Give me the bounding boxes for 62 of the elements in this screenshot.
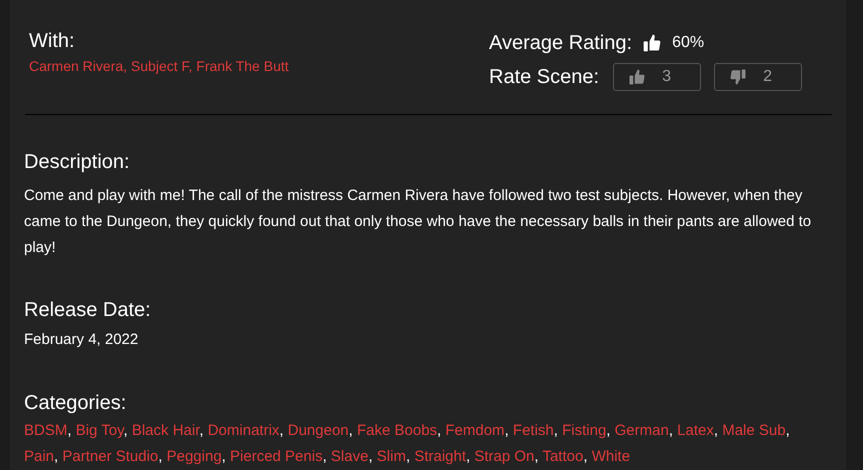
- average-rating-value: 60%: [672, 33, 704, 53]
- category-link[interactable]: BDSM: [24, 422, 68, 438]
- separator: ,: [348, 422, 353, 438]
- dislike-button[interactable]: 2: [714, 63, 802, 91]
- separator: ,: [583, 448, 588, 464]
- category-link[interactable]: Pierced Penis: [230, 448, 323, 464]
- release-date: February 4, 2022: [24, 330, 140, 350]
- description-heading: Description:: [24, 150, 131, 175]
- separator: ,: [199, 422, 204, 438]
- with-heading: With:: [29, 29, 76, 54]
- separator: ,: [437, 422, 442, 438]
- category-link[interactable]: Male Sub: [722, 422, 786, 438]
- category-link[interactable]: Latex: [677, 422, 714, 438]
- category-link[interactable]: Pain: [24, 448, 54, 464]
- average-rating-label: Average Rating:: [489, 31, 632, 56]
- separator: ,: [554, 422, 558, 438]
- category-link[interactable]: Dungeon: [288, 422, 349, 438]
- category-link[interactable]: Femdom: [445, 422, 505, 438]
- separator: ,: [67, 422, 72, 438]
- separator: ,: [54, 448, 58, 464]
- categories-heading: Categories:: [24, 390, 128, 416]
- thumbs-up-icon: [628, 68, 646, 86]
- separator: ,: [466, 448, 470, 464]
- category-link[interactable]: Slim: [376, 448, 406, 464]
- category-link[interactable]: German: [614, 422, 669, 438]
- category-link[interactable]: Straight: [414, 448, 466, 464]
- category-link[interactable]: Fisting: [562, 422, 606, 438]
- category-link[interactable]: Fake Boobs: [356, 422, 438, 438]
- separator: ,: [786, 422, 790, 438]
- separator: ,: [158, 448, 162, 464]
- category-link[interactable]: Dominatrix: [208, 422, 280, 438]
- release-date-heading: Release Date:: [24, 298, 152, 323]
- like-button[interactable]: 3: [613, 63, 702, 91]
- category-link[interactable]: Pegging: [166, 448, 222, 464]
- performer-link[interactable]: Carmen Rivera: [29, 58, 124, 74]
- category-link[interactable]: Fetish: [512, 422, 554, 438]
- separator: ,: [188, 58, 194, 74]
- separator: ,: [534, 448, 539, 464]
- category-link[interactable]: Big Toy: [76, 422, 124, 438]
- separator: ,: [123, 58, 128, 74]
- separator: ,: [406, 448, 410, 464]
- separator: ,: [322, 448, 327, 464]
- category-link[interactable]: Black Hair: [132, 422, 200, 438]
- category-link[interactable]: Tattoo: [542, 448, 584, 464]
- category-link[interactable]: White: [592, 448, 630, 464]
- rate-scene-label: Rate Scene:: [489, 65, 600, 90]
- category-link[interactable]: Slave: [330, 448, 368, 464]
- separator: ,: [714, 422, 718, 438]
- description-text: Come and play with me! The call of the mistress Carmen Rivera have followed two test subjects. However, when they came to the Dungeon, they quickly found out that only those who have the necessary balls in their pants are allowed to play!: [24, 186, 812, 258]
- separator: ,: [504, 422, 509, 438]
- thumbs-down-icon: [729, 68, 748, 86]
- separator: ,: [124, 422, 128, 438]
- separator: ,: [368, 448, 373, 464]
- thumbs-up-icon: [642, 33, 662, 53]
- separator: ,: [668, 422, 673, 438]
- performer-link[interactable]: Frank The Butt: [196, 58, 289, 74]
- separator: ,: [279, 422, 284, 438]
- performer-link[interactable]: Subject F: [130, 58, 189, 74]
- separator: ,: [222, 448, 226, 464]
- separator: ,: [606, 422, 610, 438]
- category-link[interactable]: Partner Studio: [62, 448, 158, 464]
- category-link[interactable]: Strap On: [474, 448, 534, 464]
